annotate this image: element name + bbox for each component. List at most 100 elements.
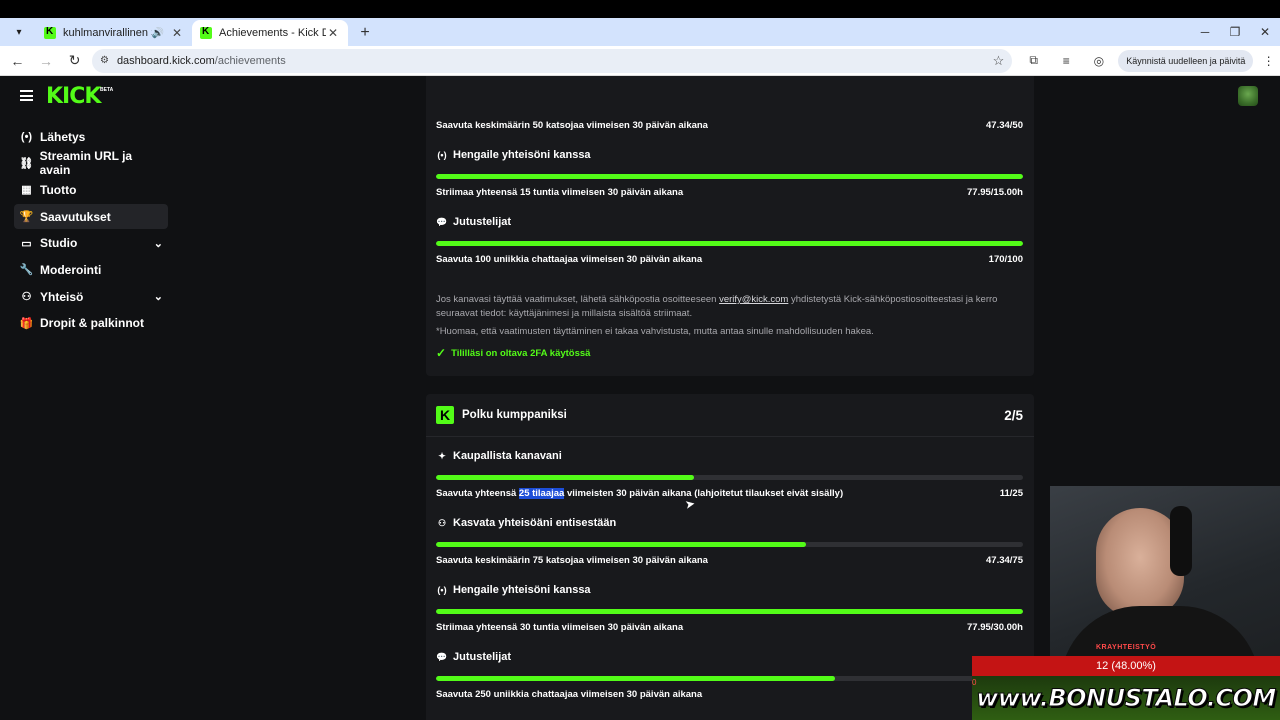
bookmark-star-icon[interactable]: ☆ <box>993 53 1005 69</box>
progress-fill <box>436 174 1023 179</box>
sidebar-item-broadcast[interactable]: (•) Lähetys <box>14 124 168 149</box>
sidebar-item-label: Lähetys <box>40 129 86 144</box>
sidebar-item-studio[interactable]: ▭ Studio ⌄ <box>14 231 168 256</box>
kick-logo-icon <box>436 406 454 424</box>
progress-fill <box>436 676 836 681</box>
community-icon: ⚇ <box>21 291 32 304</box>
section-title: Kaupallista kanavani <box>453 450 562 462</box>
section-grow: ⚇ Kasvata yhteisöäni entisestään <box>436 517 1023 529</box>
requirement-label: Saavuta 100 uniikkia chattaajaa viimeise… <box>436 254 703 265</box>
kick-logo[interactable]: KICK <box>46 86 101 108</box>
link-icon: ⛓ <box>19 157 34 170</box>
info-text: Jos kanavasi täyttää vaatimukset, lähetä… <box>436 294 717 305</box>
requirement-label: Saavuta 250 uniikkia chattaajaa viimeise… <box>436 689 703 700</box>
requirement-value: 47.34/75 <box>986 555 1023 566</box>
card-title: Polku kumppaniksi <box>462 409 567 421</box>
sidebar-item-label: Moderointi <box>40 262 102 277</box>
tab-search-button[interactable]: ▾ <box>8 21 30 43</box>
email-link[interactable]: verify@kick.com <box>719 294 788 305</box>
broadcast-icon: (•) <box>20 130 33 143</box>
chevron-down-icon[interactable]: ⌄ <box>154 237 163 250</box>
requirement-value: 170/100 <box>988 254 1023 265</box>
card-header: Polku kumppaniksi 2/5 <box>436 406 1023 424</box>
chevron-down-icon[interactable]: ⌄ <box>154 290 163 303</box>
sidebar-item-label: Tuotto <box>40 182 77 197</box>
tab-achievements[interactable]: Achievements - Kick Dashboard ✕ <box>192 20 348 46</box>
sidebar-item-label: Streamin URL ja avain <box>39 149 133 178</box>
restore-icon[interactable]: ❐ <box>1220 18 1250 46</box>
viewers-requirement: Saavuta keskimäärin 75 katsojaa viimeise… <box>436 555 1023 566</box>
sidebar-item-achievements[interactable]: 🏆 Saavutukset <box>14 204 168 230</box>
section-title: Hengaile yhteisöni kanssa <box>453 584 591 596</box>
divider <box>426 436 1034 437</box>
hamburger-menu-icon[interactable] <box>20 90 33 101</box>
sidebar-item-community[interactable]: ⚇ Yhteisö ⌄ <box>14 284 168 309</box>
progress-fill <box>436 475 695 480</box>
requirement-value: 47.34/50 <box>986 120 1023 131</box>
user-avatar[interactable] <box>1238 86 1258 106</box>
chatters-requirement: Saavuta 250 uniikkia chattaajaa viimeise… <box>436 689 1023 700</box>
kick-favicon <box>200 26 212 39</box>
address-bar[interactable]: ⚙ dashboard.kick.com/achievements ☆ <box>91 48 1013 73</box>
sponsor-banner: www.BONUSTALO.COM <box>972 676 1280 720</box>
sparkle-icon: ✦ <box>438 450 446 461</box>
sidebar-item-moderation[interactable]: 🔧 Moderointi <box>14 257 168 282</box>
browser-toolbar: ← → ↻ ⚙ dashboard.kick.com/achievements … <box>0 46 1280 76</box>
section-hang-out: (•) Hengaile yhteisöni kanssa <box>436 149 1023 161</box>
requirement-label: Saavuta keskimäärin 50 katsojaa viimeise… <box>436 120 708 131</box>
back-button[interactable]: ← <box>6 49 29 73</box>
verification-note: *Huomaa, että vaatimusten täyttäminen ei… <box>436 326 874 337</box>
tab-title: Achievements - Kick Dashboard <box>219 27 326 39</box>
goal-bar: 12 (48.00%) <box>972 656 1280 676</box>
section-title: Jutustelijat <box>453 651 512 663</box>
verification-card: Saavuta keskimäärin 50 katsojaa viimeise… <box>426 76 1034 376</box>
screen-top-edge <box>0 0 1280 18</box>
twofa-status: ✓ Tililläsi on oltava 2FA käytössä <box>436 346 1023 360</box>
extensions-icon[interactable]: ⧉ <box>1022 49 1045 73</box>
partner-path-card: Polku kumppaniksi 2/5 ✦ Kaupallista kana… <box>426 394 1034 720</box>
kick-favicon <box>44 26 56 39</box>
speaker-icon[interactable]: 🔊 <box>152 28 164 39</box>
media-control-icon[interactable]: ≡ <box>1055 49 1078 73</box>
progress-bar <box>436 241 1023 246</box>
selected-text[interactable]: 25 tilaajaa <box>518 488 565 499</box>
sidebar-item-stream-url[interactable]: ⛓ Streamin URL ja avain <box>14 149 168 178</box>
section-chatters: 💬 Jutustelijat <box>436 216 1023 228</box>
broadcast-icon: (•) <box>437 150 447 160</box>
close-icon[interactable]: ✕ <box>170 26 184 40</box>
site-info-icon[interactable]: ⚙ <box>100 55 109 66</box>
sidebar-item-label: Yhteisö <box>40 289 84 304</box>
sidebar-item-label: Dropit & palkinnot <box>40 316 144 331</box>
section-title: Kasvata yhteisöäni entisestään <box>453 517 617 529</box>
broadcast-icon: (•) <box>437 585 447 595</box>
section-title: Jutustelijat <box>453 216 512 228</box>
tab-title: kuhlmanvirallinen Stream - <box>63 27 152 39</box>
tab-stream[interactable]: kuhlmanvirallinen Stream - 🔊 ✕ <box>36 20 192 46</box>
sidebar-item-revenue[interactable]: ▦ Tuotto <box>14 177 168 202</box>
progress-bar <box>436 475 1023 480</box>
section-title: Hengaile yhteisöni kanssa <box>453 149 591 161</box>
trophy-icon: 🏆 <box>19 211 34 224</box>
profile-icon[interactable]: ◎ <box>1088 49 1111 73</box>
mouse-cursor: ➤ <box>683 496 697 512</box>
progress-bar <box>436 174 1023 179</box>
menu-icon[interactable]: ⋮ <box>1257 49 1280 73</box>
close-icon[interactable]: ✕ <box>326 26 340 40</box>
window-close-icon[interactable]: ✕ <box>1250 18 1280 46</box>
studio-icon: ▭ <box>21 237 32 250</box>
minimize-icon[interactable]: ─ <box>1190 18 1220 46</box>
reload-button[interactable]: ↻ <box>63 49 86 73</box>
forward-button[interactable]: → <box>35 49 58 73</box>
hours-requirement: Striimaa yhteensä 15 tuntia viimeisen 30… <box>436 187 1023 198</box>
chatters-requirement: Saavuta 100 uniikkia chattaajaa viimeise… <box>436 254 1023 265</box>
relaunch-update-button[interactable]: Käynnistä uudelleen ja päivitä <box>1118 49 1254 72</box>
section-monetize: ✦ Kaupallista kanavani <box>436 450 1023 462</box>
section-chatters: 💬 Jutustelijat <box>436 651 1023 663</box>
new-tab-button[interactable]: + <box>352 20 378 46</box>
viewers-requirement: Saavuta keskimäärin 50 katsojaa viimeise… <box>436 120 1023 131</box>
requirement-label: Striimaa yhteensä 15 tuntia viimeisen 30… <box>436 187 684 198</box>
progress-bar <box>436 676 1023 681</box>
progress-fill <box>436 542 807 547</box>
tab-strip: ▾ kuhlmanvirallinen Stream - 🔊 ✕ Achieve… <box>0 18 1280 46</box>
sidebar-item-drops[interactable]: 🎁 Dropit & palkinnot <box>14 311 168 336</box>
